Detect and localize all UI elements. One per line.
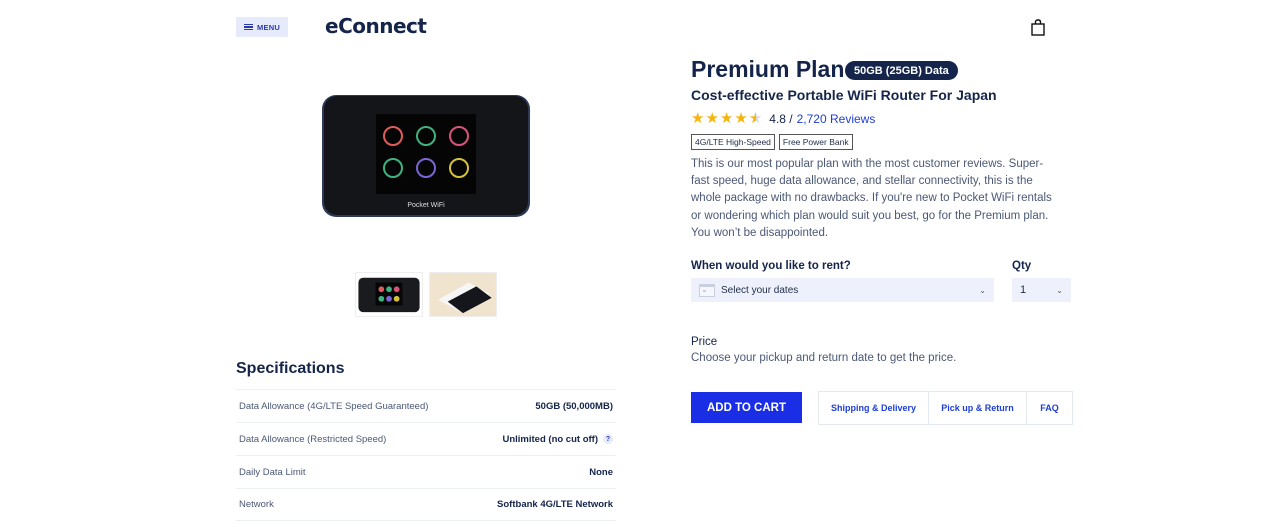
star-icon: ★ <box>705 110 719 127</box>
quantity-select[interactable]: 1 ⌄ <box>1012 278 1071 302</box>
tab-pickup-return[interactable]: Pick up & Return <box>929 392 1027 424</box>
feature-tags: 4G/LTE High-Speed Free Power Bank <box>691 134 853 150</box>
chevron-down-icon: ⌄ <box>1056 285 1063 295</box>
add-to-cart-button[interactable]: ADD TO CART <box>691 392 802 423</box>
spec-value: Softbank 4G/LTE Network <box>497 499 613 510</box>
product-subtitle: Cost-effective Portable WiFi Router For … <box>691 87 997 103</box>
rating-value: 4.8 / <box>769 111 793 126</box>
calendar-icon <box>699 283 715 297</box>
site-header: MENU eConnect <box>0 0 1280 54</box>
thumbnail-front[interactable] <box>355 272 423 317</box>
price-label: Price <box>691 336 718 348</box>
info-tabs: Shipping & Delivery Pick up & Return FAQ <box>818 391 1073 425</box>
star-icon: ★ <box>734 110 748 127</box>
price-note: Choose your pickup and return date to ge… <box>691 352 957 364</box>
spec-label: Data Allowance (Restricted Speed) <box>239 433 387 445</box>
chevron-down-icon: ⌄ <box>979 285 986 295</box>
feature-tag: 4G/LTE High-Speed <box>691 134 775 150</box>
product-title: Premium Plan <box>691 56 845 82</box>
star-icon: ★ <box>691 110 705 127</box>
spec-value: Unlimited (no cut off) ? <box>502 434 613 445</box>
feature-tag: Free Power Bank <box>778 134 853 150</box>
quantity-value: 1 <box>1020 284 1027 296</box>
rating: ★ ★ ★ ★ ★ 4.8 / 2,720 Reviews <box>691 111 875 126</box>
quantity-label: Qty <box>1012 260 1032 272</box>
spec-value-text: None <box>589 466 613 478</box>
spec-row: Data Allowance (Restricted Speed) Unlimi… <box>236 422 616 455</box>
spec-value-text: Softbank 4G/LTE Network <box>497 499 613 510</box>
hamburger-icon <box>244 23 254 31</box>
date-picker[interactable]: Select your dates ⌄ <box>691 278 994 302</box>
specifications-heading: Specifications <box>236 360 345 377</box>
data-badge: 50GB (25GB) Data <box>845 61 958 80</box>
specifications-table: Data Allowance (4G/LTE Speed Guaranteed)… <box>236 389 616 521</box>
menu-button[interactable]: MENU <box>236 17 288 37</box>
thumbnail-with-phone[interactable] <box>429 272 497 317</box>
spec-row: Network Softbank 4G/LTE Network <box>236 488 616 521</box>
product-description: This is our most popular plan with the m… <box>691 158 1052 239</box>
spec-row: Data Allowance (4G/LTE Speed Guaranteed)… <box>236 389 616 422</box>
spec-value-text: Unlimited (no cut off) <box>502 433 598 445</box>
spec-label: Network <box>239 499 274 510</box>
half-star-icon: ★ <box>748 110 763 127</box>
site-logo[interactable]: eConnect <box>325 14 427 38</box>
spec-label: Data Allowance (4G/LTE Speed Guaranteed) <box>239 400 429 412</box>
spec-value: 50GB (50,000MB) <box>535 401 613 412</box>
reviews-link[interactable]: 2,720 Reviews <box>797 112 876 126</box>
date-picker-placeholder: Select your dates <box>721 284 799 296</box>
spec-label: Daily Data Limit <box>239 466 306 478</box>
spec-value: None <box>589 467 613 478</box>
spec-value-text: 50GB (50,000MB) <box>535 400 613 412</box>
star-rating: ★ ★ ★ ★ ★ <box>691 111 762 126</box>
rent-dates-label: When would you like to rent? <box>691 260 851 272</box>
star-icon: ★ <box>719 110 734 127</box>
tab-shipping-delivery[interactable]: Shipping & Delivery <box>819 392 929 424</box>
spec-row: Daily Data Limit None <box>236 455 616 488</box>
product-main-image[interactable]: Pocket WiFi <box>318 91 534 221</box>
shopping-bag-icon[interactable] <box>1031 19 1045 36</box>
menu-label: MENU <box>257 22 280 32</box>
tab-faq[interactable]: FAQ <box>1027 392 1072 424</box>
help-icon[interactable]: ? <box>603 434 613 444</box>
device-brand-text: Pocket WiFi <box>407 202 445 209</box>
